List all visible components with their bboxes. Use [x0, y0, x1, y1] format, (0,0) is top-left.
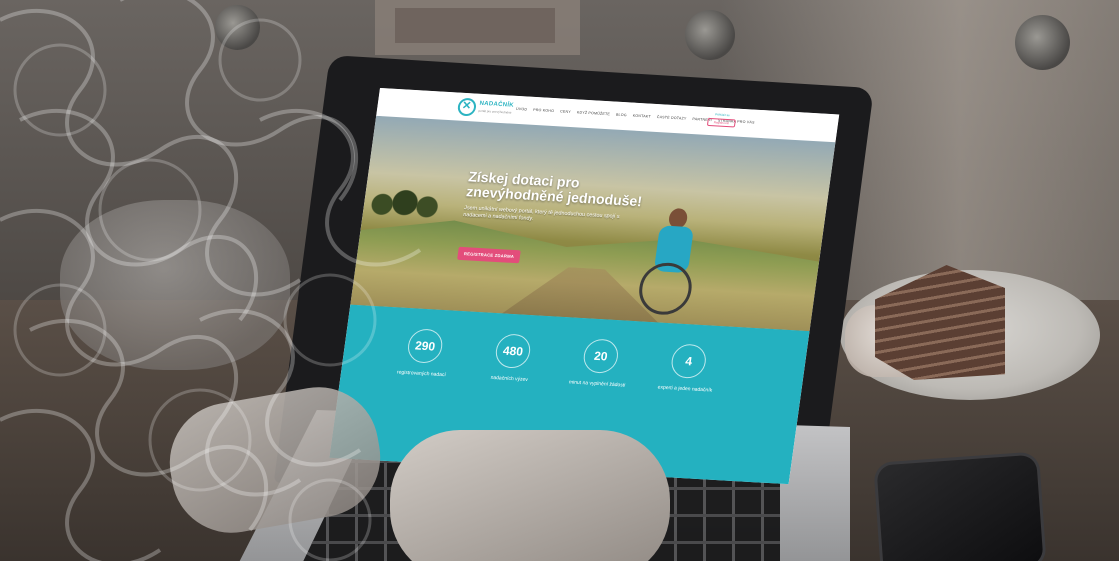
brand-tagline: portál pro znevýhodněné: [478, 108, 512, 115]
stat-value: 480: [493, 333, 533, 369]
nav-item[interactable]: Ceny: [560, 109, 571, 114]
stat-value: 290: [405, 328, 445, 364]
laptop-screen: ✕ NADAČNÍK portál pro znevýhodněné Úvod …: [329, 88, 840, 485]
stat-label: nadačních výzev: [490, 374, 529, 383]
photo-background: ✕ NADAČNÍK portál pro znevýhodněné Úvod …: [0, 0, 1119, 561]
nav-item[interactable]: Když pomůžete: [577, 110, 611, 116]
stat-label: minut na vyplnění žádosti: [568, 379, 626, 389]
stat-item: 20 minut na vyplnění žádosti: [557, 337, 644, 390]
nav-item[interactable]: Blog: [616, 113, 627, 118]
stat-item: 290 registrovaných nadací: [381, 327, 468, 380]
stat-label: experti a jeden nadačník: [657, 384, 713, 394]
right-hand: [390, 430, 670, 561]
teapot-cup: [60, 200, 290, 370]
background-box: [395, 8, 555, 43]
login-link[interactable]: Přihlásit se: [708, 112, 736, 118]
wheelchair-wheel: [635, 261, 695, 317]
hero-title: Získej dotaci pro znevýhodněné jednoduše…: [465, 168, 644, 210]
stat-item: 4 experti a jeden nadačník: [644, 342, 731, 395]
hero-trees: [362, 185, 457, 221]
smartphone: [876, 454, 1044, 561]
stat-value: 4: [669, 343, 709, 380]
register-button[interactable]: Registrovat: [706, 117, 736, 128]
nav-account: Přihlásit se Registrovat: [706, 112, 737, 128]
lamp-icon: [685, 10, 735, 60]
lamp-icon: [215, 5, 260, 50]
logo-icon[interactable]: ✕: [456, 97, 478, 117]
hero-section: Získej dotaci pro znevýhodněné jednoduše…: [350, 115, 836, 332]
brand-name[interactable]: NADAČNÍK: [479, 101, 514, 109]
nav-item[interactable]: Pro koho: [533, 108, 554, 113]
stat-value: 20: [581, 338, 621, 375]
nav-item[interactable]: Úvod: [516, 107, 528, 112]
stat-item: 480 nadačních výzev: [469, 332, 556, 385]
nav-item[interactable]: Kontakt: [632, 114, 651, 119]
lamp-icon: [1015, 15, 1070, 70]
hero-subtitle: Jsem unikátní webový portál, který tě je…: [462, 205, 620, 223]
stat-label: registrovaných nadací: [396, 369, 447, 379]
nav-item[interactable]: Časté dotazy: [657, 115, 687, 121]
